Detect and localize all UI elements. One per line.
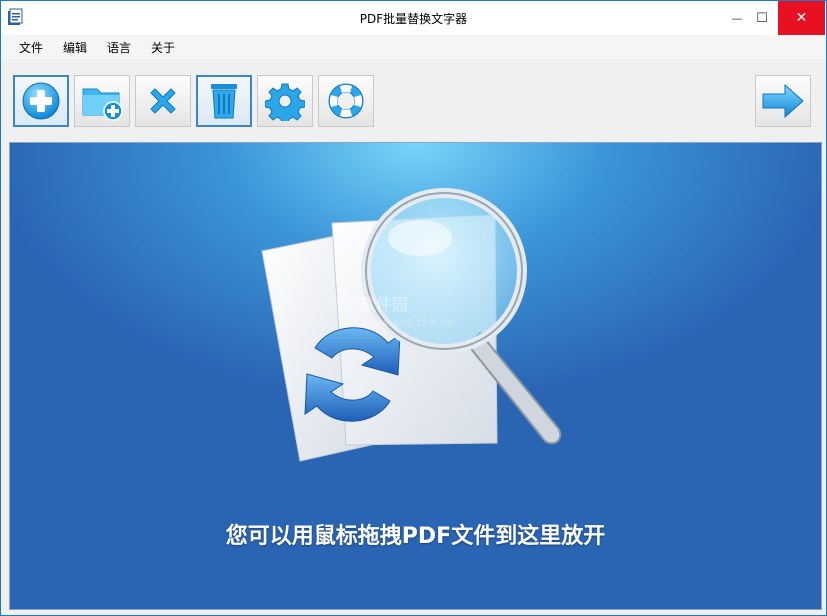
- title-bar[interactable]: PDF批量替换文字器 — ☐ ✕: [1, 1, 826, 35]
- minimize-icon: —: [731, 11, 743, 25]
- arrow-right-icon: [762, 83, 804, 119]
- add-folder-button[interactable]: [74, 75, 130, 127]
- menu-file[interactable]: 文件: [19, 39, 43, 56]
- window-title: PDF批量替换文字器: [359, 12, 468, 26]
- app-window: PDF批量替换文字器 — ☐ ✕ 文件 编辑 语言 关于 河东软件园 www.p…: [0, 0, 827, 616]
- menu-language[interactable]: 语言: [107, 39, 131, 56]
- menu-bar: 文件 编辑 语言 关于: [1, 35, 826, 59]
- x-icon: [150, 88, 176, 114]
- settings-button[interactable]: [257, 75, 313, 127]
- close-button[interactable]: ✕: [778, 1, 825, 35]
- maximize-button[interactable]: ☐: [745, 1, 779, 35]
- drop-area[interactable]: 河东软件园 www.pc0359.cn 您可以用鼠标拖拽PDF文件到这里放开: [9, 142, 822, 610]
- menu-about[interactable]: 关于: [151, 39, 175, 56]
- plus-circle-icon: [22, 82, 60, 120]
- remove-button[interactable]: [135, 75, 191, 127]
- watermark-text: 河东软件园: [328, 295, 409, 314]
- gear-icon: [265, 83, 305, 121]
- menu-edit[interactable]: 编辑: [63, 39, 87, 56]
- trash-icon: [211, 84, 237, 119]
- clear-button[interactable]: [196, 75, 252, 127]
- watermark-url: www.pc0359.cn: [362, 318, 455, 329]
- drop-hint: 您可以用鼠标拖拽PDF文件到这里放开: [225, 524, 606, 549]
- add-file-button[interactable]: [13, 75, 69, 127]
- maximize-icon: ☐: [756, 10, 768, 26]
- lifebuoy-icon: [328, 83, 364, 119]
- help-button[interactable]: [318, 75, 374, 127]
- folder-plus-icon: [82, 88, 123, 121]
- next-button[interactable]: [755, 75, 811, 127]
- close-icon: ✕: [795, 10, 808, 26]
